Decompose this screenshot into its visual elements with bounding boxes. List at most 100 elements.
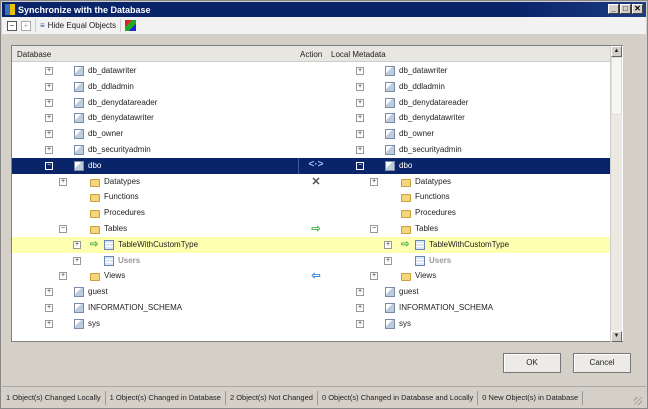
local-object-name: db_ddladmin [399, 81, 445, 91]
schema-icon [74, 303, 84, 313]
expand-icon[interactable]: + [45, 98, 53, 107]
column-local-metadata[interactable]: Local Metadata [331, 50, 386, 59]
expand-icon[interactable]: + [45, 130, 53, 139]
scroll-up-button[interactable]: ▲ [611, 46, 622, 57]
column-database[interactable]: Database [17, 50, 51, 59]
scroll-thumb[interactable] [611, 57, 622, 115]
change-arrow-icon: ⇨ [401, 238, 410, 250]
resize-grip[interactable] [634, 397, 642, 405]
expand-icon[interactable]: + [356, 130, 364, 139]
schema-icon [74, 81, 84, 92]
schema-icon [74, 145, 84, 155]
database-object-name: TableWithCustomType [118, 239, 199, 249]
tree-row[interactable]: − Tables − Tables ⇨ [12, 221, 610, 237]
expand-icon[interactable]: + [45, 114, 53, 123]
expand-icon[interactable]: + [45, 67, 53, 75]
tree-row[interactable]: + guest + guest [12, 284, 610, 300]
tree-row[interactable]: + db_owner + db_owner [12, 126, 610, 142]
expand-icon[interactable]: + [356, 82, 364, 91]
collapse-icon[interactable]: − [370, 225, 378, 233]
action-separator [298, 157, 299, 174]
expand-icon[interactable]: + [384, 240, 392, 249]
column-action[interactable]: Action [300, 50, 322, 59]
expand-icon[interactable]: + [356, 288, 364, 297]
expand-icon[interactable]: + [370, 177, 378, 186]
tree-row[interactable]: − dbo − dbo <·> [12, 157, 610, 174]
expand-icon[interactable]: + [356, 67, 364, 75]
hide-equal-objects-button[interactable]: ≡ Hide Equal Objects [40, 21, 116, 30]
tree-row[interactable]: + Views + Views ⇦ [12, 268, 610, 284]
schema-icon [385, 303, 395, 313]
status-not-changed: 2 Object(s) Not Changed [226, 390, 318, 405]
collapse-all-icon[interactable]: − [7, 20, 17, 31]
tree-row[interactable]: + db_datawriter + db_datawriter [12, 63, 610, 79]
tree-row[interactable]: + ⇨ TableWithCustomType + ⇨ TableWithCustomTy… [12, 236, 610, 253]
color-legend-icon[interactable] [125, 20, 137, 31]
scroll-down-button[interactable]: ▼ [611, 331, 622, 342]
expand-icon[interactable]: + [45, 288, 53, 297]
folder-icon [401, 194, 411, 203]
expand-icon[interactable]: + [73, 240, 81, 249]
database-object-name: db_ddladmin [88, 81, 134, 91]
action-right-icon[interactable]: ⇨ [302, 222, 330, 235]
status-changed-both: 0 Object(s) Changed in Database and Loca… [318, 390, 479, 405]
schema-icon [74, 113, 84, 124]
tree-row[interactable]: + db_securityadmin + db_securityadmin [12, 142, 610, 158]
database-object-name: Functions [104, 192, 139, 202]
folder-icon [401, 273, 411, 282]
expand-all-icon[interactable]: + [21, 20, 31, 31]
schema-icon [385, 66, 395, 76]
database-object-name: db_denydatawriter [88, 113, 154, 123]
folder-icon [90, 194, 100, 203]
cancel-button[interactable]: Cancel [573, 353, 631, 373]
schema-icon [74, 318, 84, 329]
expand-icon[interactable]: + [384, 256, 392, 265]
tree-row[interactable]: + sys + sys [12, 316, 610, 332]
database-object-name: Tables [104, 224, 128, 233]
title-bar: Synchronize with the Database _ □ ✕ [2, 2, 646, 17]
tree-row[interactable]: Functions Functions [12, 189, 610, 205]
expand-icon[interactable]: + [73, 256, 81, 265]
folder-icon [90, 210, 100, 219]
tree-row[interactable]: + INFORMATION_SCHEMA + INFORMATION_SCHEMA [12, 300, 610, 316]
action-both-icon[interactable]: <·> [302, 159, 330, 170]
minimize-button[interactable]: _ [608, 4, 619, 14]
maximize-button[interactable]: □ [620, 4, 631, 14]
local-object-name: Functions [415, 192, 450, 202]
folder-icon [90, 178, 100, 187]
status-bar: 1 Object(s) Changed Locally 1 Object(s) … [2, 386, 646, 408]
expand-icon[interactable]: + [356, 146, 364, 154]
status-changed-locally: 1 Object(s) Changed Locally [2, 390, 106, 405]
schema-icon [74, 160, 84, 171]
action-x-icon[interactable]: ✕ [302, 175, 330, 188]
tree-row[interactable]: + Users + Users [12, 253, 610, 269]
separator [35, 19, 36, 32]
collapse-icon[interactable]: − [59, 225, 67, 233]
tree-row[interactable]: + db_denydatawriter + db_denydatawriter [12, 110, 610, 126]
local-object-name: guest [399, 287, 419, 297]
ok-button[interactable]: OK [503, 353, 561, 373]
tree-row[interactable]: + Datatypes + Datatypes ✕ [12, 174, 610, 190]
expand-icon[interactable]: + [59, 177, 67, 186]
expand-icon[interactable]: + [45, 304, 53, 312]
expand-icon[interactable]: + [45, 146, 53, 154]
expand-icon[interactable]: + [45, 82, 53, 91]
tree-row[interactable]: Procedures Procedures [12, 205, 610, 221]
expand-icon[interactable]: + [356, 319, 364, 328]
close-button[interactable]: ✕ [632, 4, 643, 14]
expand-icon[interactable]: + [356, 98, 364, 107]
collapse-icon[interactable]: − [45, 161, 53, 170]
action-left-icon[interactable]: ⇦ [302, 269, 330, 282]
expand-icon[interactable]: + [370, 272, 378, 281]
local-object-name: sys [399, 318, 411, 328]
collapse-icon[interactable]: − [356, 161, 364, 170]
expand-icon[interactable]: + [59, 272, 67, 281]
local-object-name: db_denydatareader [399, 97, 469, 107]
expand-icon[interactable]: + [356, 114, 364, 123]
tree-row[interactable]: + db_denydatareader + db_denydatareader [12, 95, 610, 111]
expand-icon[interactable]: + [356, 304, 364, 312]
expand-icon[interactable]: + [45, 319, 53, 328]
vertical-scrollbar[interactable]: ▲ ▼ [610, 46, 622, 342]
tree-row[interactable]: + db_ddladmin + db_ddladmin [12, 79, 610, 95]
local-object-name: db_denydatawriter [399, 113, 465, 123]
